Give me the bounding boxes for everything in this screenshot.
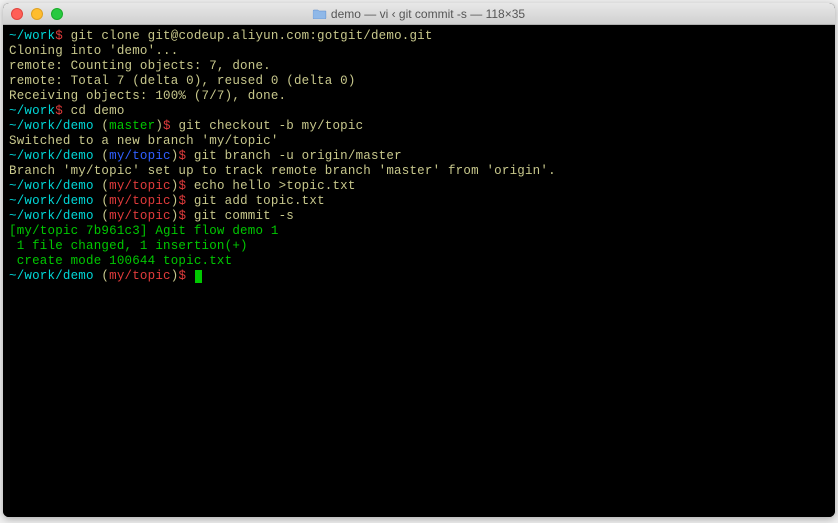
terminal-text: ( (94, 269, 109, 283)
terminal-text: ( (94, 209, 109, 223)
terminal-line: 1 file changed, 1 insertion(+) (9, 239, 829, 254)
terminal-text: echo hello >topic.txt (186, 179, 355, 193)
terminal-line: ~/work/demo (my/topic)$ echo hello >topi… (9, 179, 829, 194)
terminal-text: ~/work/demo (9, 119, 94, 133)
terminal-line: [my/topic 7b961c3] Agit flow demo 1 (9, 224, 829, 239)
terminal-text: $ (178, 194, 186, 208)
terminal-text: git clone git@codeup.aliyun.com:gotgit/d… (63, 29, 433, 43)
terminal-text: $ (163, 119, 171, 133)
terminal-text: remote: Counting objects: 7, done. (9, 59, 271, 73)
terminal-text: ~/work/demo (9, 209, 94, 223)
terminal-line: ~/work/demo (my/topic)$ git branch -u or… (9, 149, 829, 164)
terminal-text: git checkout -b my/topic (171, 119, 364, 133)
terminal-text: git branch -u origin/master (186, 149, 402, 163)
window-title-text: demo — vi ‹ git commit -s — 118×35 (331, 7, 525, 21)
terminal-line: ~/work/demo (my/topic)$ git commit -s (9, 209, 829, 224)
terminal-text: 1 file changed, 1 insertion(+) (9, 239, 248, 253)
terminal-text: $ (178, 179, 186, 193)
terminal-text: $ (55, 104, 63, 118)
terminal-line: ~/work/demo (master)$ git checkout -b my… (9, 119, 829, 134)
terminal-line: Receiving objects: 100% (7/7), done. (9, 89, 829, 104)
terminal-text: git add topic.txt (186, 194, 325, 208)
terminal-text: my/topic (109, 149, 171, 163)
terminal-line: Cloning into 'demo'... (9, 44, 829, 59)
terminal-line: Branch 'my/topic' set up to track remote… (9, 164, 829, 179)
terminal-line: ~/work/demo (my/topic)$ git add topic.tx… (9, 194, 829, 209)
terminal-line: remote: Total 7 (delta 0), reused 0 (del… (9, 74, 829, 89)
terminal-line: ~/work$ git clone git@codeup.aliyun.com:… (9, 29, 829, 44)
terminal-text: Cloning into 'demo'... (9, 44, 178, 58)
terminal-text: my/topic (109, 179, 171, 193)
minimize-button[interactable] (31, 8, 43, 20)
titlebar[interactable]: demo — vi ‹ git commit -s — 118×35 (3, 3, 835, 25)
terminal-text: ( (94, 119, 109, 133)
terminal-text: [my/topic 7b961c3] Agit flow demo 1 (9, 224, 279, 238)
terminal-text: ( (94, 179, 109, 193)
terminal-line: ~/work/demo (my/topic)$ (9, 269, 829, 284)
terminal-text: git commit -s (186, 209, 294, 223)
terminal-line: ~/work$ cd demo (9, 104, 829, 119)
terminal-text: Branch 'my/topic' set up to track remote… (9, 164, 556, 178)
terminal-text: ~/work/demo (9, 149, 94, 163)
terminal-text: my/topic (109, 209, 171, 223)
terminal-text: Switched to a new branch 'my/topic' (9, 134, 279, 148)
terminal-text: $ (178, 209, 186, 223)
terminal-body[interactable]: ~/work$ git clone git@codeup.aliyun.com:… (3, 25, 835, 517)
terminal-text: ( (94, 194, 109, 208)
traffic-lights (11, 8, 63, 20)
folder-icon (313, 8, 327, 19)
terminal-text: my/topic (109, 269, 171, 283)
terminal-text: $ (55, 29, 63, 43)
close-button[interactable] (11, 8, 23, 20)
terminal-text: my/topic (109, 194, 171, 208)
terminal-text: master (109, 119, 155, 133)
terminal-text: $ (178, 149, 186, 163)
terminal-cursor (195, 270, 202, 283)
terminal-text: ~/work/demo (9, 194, 94, 208)
terminal-line: Switched to a new branch 'my/topic' (9, 134, 829, 149)
terminal-text: $ (178, 269, 186, 283)
terminal-text: remote: Total 7 (delta 0), reused 0 (del… (9, 74, 356, 88)
maximize-button[interactable] (51, 8, 63, 20)
terminal-text: cd demo (63, 104, 125, 118)
terminal-text: ( (94, 149, 109, 163)
terminal-text: ) (155, 119, 163, 133)
terminal-text (186, 269, 194, 283)
terminal-line: create mode 100644 topic.txt (9, 254, 829, 269)
terminal-text: create mode 100644 topic.txt (9, 254, 232, 268)
terminal-text: ~/work (9, 29, 55, 43)
terminal-text: Receiving objects: 100% (7/7), done. (9, 89, 286, 103)
terminal-text: ~/work/demo (9, 179, 94, 193)
terminal-text: ~/work (9, 104, 55, 118)
terminal-text: ~/work/demo (9, 269, 94, 283)
terminal-line: remote: Counting objects: 7, done. (9, 59, 829, 74)
window-title: demo — vi ‹ git commit -s — 118×35 (313, 7, 525, 21)
terminal-window: demo — vi ‹ git commit -s — 118×35 ~/wor… (3, 3, 835, 517)
